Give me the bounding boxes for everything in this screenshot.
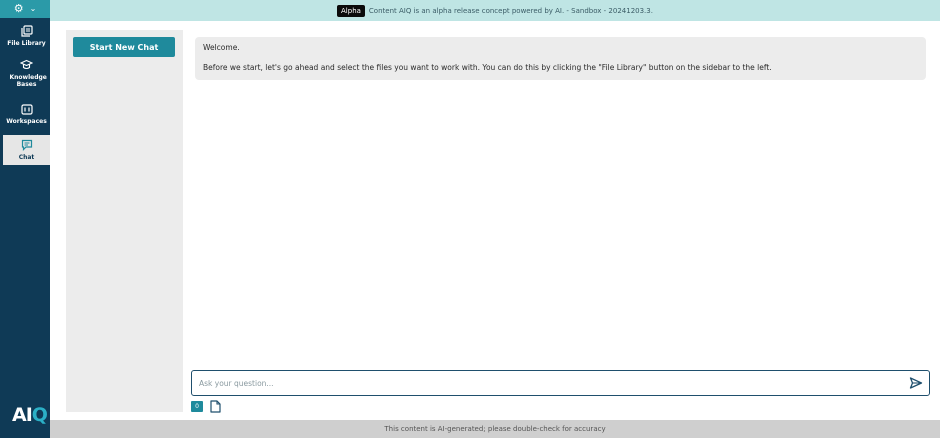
assistant-message: Welcome. Before we start, let's go ahead… bbox=[195, 37, 926, 80]
gear-icon: ⚙ bbox=[13, 2, 24, 15]
chevron-down-icon: ⌄ bbox=[29, 4, 37, 13]
settings-menu-toggle[interactable]: ⚙ ⌄ bbox=[0, 0, 50, 18]
sidebar-item-workspaces[interactable]: Workspaces bbox=[3, 102, 50, 125]
sidebar-item-chat[interactable]: Chat bbox=[3, 135, 50, 165]
disclaimer-footer: This content is AI-generated; please dou… bbox=[50, 420, 940, 438]
logo-text: AI bbox=[12, 404, 33, 426]
logo-accent: Q bbox=[31, 404, 48, 426]
sidebar-item-label: File Library bbox=[7, 40, 46, 47]
selected-files-count[interactable]: 0 bbox=[191, 401, 203, 412]
aiq-logo: AIQ bbox=[12, 404, 48, 426]
send-icon[interactable] bbox=[909, 376, 923, 390]
sidebar-item-label: Workspaces bbox=[6, 118, 47, 125]
message-greeting: Welcome. bbox=[203, 43, 240, 52]
workspace-icon bbox=[20, 102, 34, 116]
banner-text: Content AIQ is an alpha release concept … bbox=[368, 6, 653, 15]
chat-list-panel: Start New Chat bbox=[66, 30, 183, 412]
sidebar-item-knowledge-bases[interactable]: Knowledge Bases bbox=[3, 58, 50, 88]
document-icon[interactable] bbox=[210, 400, 221, 413]
question-composer bbox=[191, 370, 930, 396]
file-library-icon bbox=[20, 24, 34, 38]
alpha-badge: Alpha bbox=[337, 4, 365, 17]
graduation-cap-icon bbox=[20, 58, 34, 72]
message-body: Before we start, let's go ahead and sele… bbox=[203, 63, 772, 72]
sidebar-item-file-library[interactable]: File Library bbox=[3, 24, 50, 47]
release-banner: Alpha Content AIQ is an alpha release co… bbox=[50, 0, 940, 21]
question-input[interactable] bbox=[199, 375, 899, 391]
sidebar-item-label: Knowledge Bases bbox=[9, 74, 47, 88]
sidebar-item-label: Chat bbox=[18, 154, 35, 161]
start-new-chat-button[interactable]: Start New Chat bbox=[73, 37, 175, 57]
disclaimer-text: This content is AI-generated; please dou… bbox=[384, 425, 606, 433]
chat-icon bbox=[20, 138, 34, 152]
sidebar: ⚙ ⌄ File Library Knowledge Bases Workspa… bbox=[0, 0, 50, 438]
